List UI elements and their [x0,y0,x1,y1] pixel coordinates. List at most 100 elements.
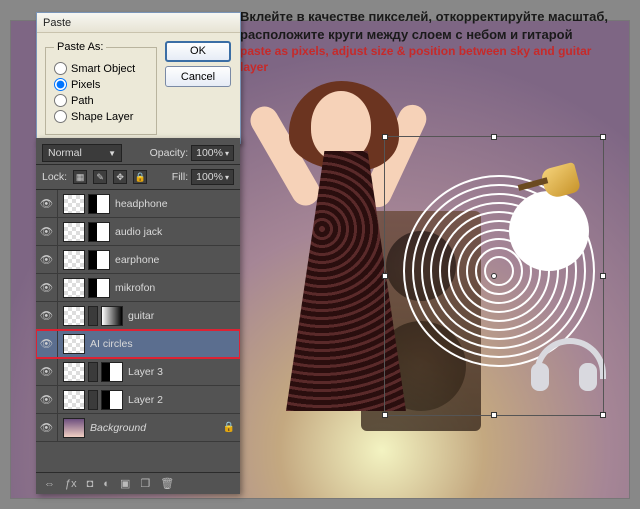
layer-name[interactable]: earphone [115,254,222,266]
transform-center[interactable] [491,273,497,279]
lock-all-icon[interactable]: 🔒 [133,170,147,184]
layer-thumb[interactable] [63,194,85,214]
visibility-eye-icon[interactable]: 👁 [36,218,58,245]
layer-row[interactable]: 👁 Layer 3 [36,358,240,386]
opacity-value: 100% [196,147,223,159]
paste-as-group: Paste As: Smart Object Pixels Path Shape… [45,41,157,135]
visibility-eye-icon[interactable]: 👁 [36,302,58,329]
transform-handle[interactable] [600,134,606,140]
layer-name[interactable]: AI circles [90,338,222,350]
visibility-eye-icon[interactable]: 👁 [36,274,58,301]
layer-thumb[interactable] [88,250,110,270]
layer-row[interactable]: 👁 mikrofon [36,274,240,302]
radio-path[interactable] [54,94,67,107]
opacity-field[interactable]: 100% ▾ [191,145,234,161]
layer-thumb[interactable] [88,194,110,214]
option-smart-object[interactable]: Smart Object [54,62,148,75]
layer-row[interactable]: 👁 guitar [36,302,240,330]
lock-transparency-icon[interactable]: ▦ [73,170,87,184]
transform-bounding-box[interactable] [384,136,604,416]
layer-row[interactable]: 👁 Layer 2 [36,386,240,414]
fill-field[interactable]: 100% ▾ [191,169,234,185]
trash-icon[interactable]: 🗑 [160,477,174,490]
lock-brush-icon[interactable]: ✎ [93,170,107,184]
layer-thumb[interactable] [101,362,123,382]
layer-row[interactable]: 👁 earphone [36,246,240,274]
layers-panel: Normal ▼ Opacity: 100% ▾ Lock: ▦ ✎ ✥ 🔒 F… [36,138,240,494]
layer-thumb[interactable] [88,222,110,242]
transform-handle[interactable] [600,273,606,279]
blend-mode-select[interactable]: Normal ▼ [42,144,122,162]
visibility-eye-icon[interactable]: 👁 [36,190,58,217]
transform-handle[interactable] [382,412,388,418]
blend-mode-value: Normal [48,147,82,159]
option-path[interactable]: Path [54,94,148,107]
layer-row[interactable]: 👁 headphone [36,190,240,218]
visibility-eye-icon[interactable]: 👁 [36,330,58,357]
dialog-title: Paste [43,17,71,29]
option-shape-layer[interactable]: Shape Layer [54,110,148,123]
paste-dialog: Paste Paste As: Smart Object Pixels Path… [36,12,241,144]
transform-handle[interactable] [491,134,497,140]
transform-handle[interactable] [600,412,606,418]
option-label: Smart Object [71,63,135,75]
layer-list: 👁headphone👁audio jack👁earphone👁mikrofon👁… [36,190,240,472]
layer-name[interactable]: Layer 3 [128,366,222,378]
layer-thumb[interactable] [63,334,85,354]
link-indicator [88,362,98,382]
chevron-down-icon: ▼ [108,149,116,158]
option-label: Pixels [71,79,100,91]
mask-icon[interactable]: ◘ [87,478,94,490]
visibility-eye-icon[interactable]: 👁 [36,246,58,273]
instruction-caption: Вклейте в качестве пикселей, откорректир… [240,8,620,75]
option-label: Shape Layer [71,111,133,123]
layer-name[interactable]: Background [90,422,222,434]
layer-thumb[interactable] [63,306,85,326]
layer-name[interactable]: guitar [128,310,222,322]
group-icon[interactable]: ▣ [120,477,130,490]
link-indicator [88,390,98,410]
layer-thumb[interactable] [88,278,110,298]
layer-thumb[interactable] [101,306,123,326]
visibility-eye-icon[interactable]: 👁 [36,386,58,413]
lock-move-icon[interactable]: ✥ [113,170,127,184]
visibility-eye-icon[interactable]: 👁 [36,358,58,385]
cancel-button[interactable]: Cancel [165,66,231,87]
layer-thumb[interactable] [63,418,85,438]
layer-thumb[interactable] [63,222,85,242]
link-indicator [88,306,98,326]
layer-name[interactable]: headphone [115,198,222,210]
layer-name[interactable]: audio jack [115,226,222,238]
transform-handle[interactable] [382,273,388,279]
lock-icon: 🔒 [222,422,236,433]
link-layers-icon[interactable]: ⇔ [44,478,55,490]
transform-handle[interactable] [491,412,497,418]
transform-handle[interactable] [382,134,388,140]
layer-thumb[interactable] [63,278,85,298]
fill-label: Fill: [172,171,188,183]
radio-pixels[interactable] [54,78,67,91]
radio-shape-layer[interactable] [54,110,67,123]
adjustment-icon[interactable]: ◐ [103,478,110,490]
ok-button[interactable]: OK [165,41,231,62]
layer-thumb[interactable] [63,390,85,410]
fx-icon[interactable]: ƒx [65,478,77,490]
layer-row[interactable]: 👁 Background🔒 [36,414,240,442]
option-pixels[interactable]: Pixels [54,78,148,91]
layer-thumb[interactable] [63,362,85,382]
visibility-eye-icon[interactable]: 👁 [36,414,58,441]
lock-label: Lock: [42,171,67,183]
layer-thumb[interactable] [63,250,85,270]
layer-row[interactable]: 👁 AI circles [36,330,240,358]
radio-smart-object[interactable] [54,62,67,75]
layer-name[interactable]: Layer 2 [128,394,222,406]
layer-name[interactable]: mikrofon [115,282,222,294]
new-layer-icon[interactable]: ❐ [140,477,150,490]
layer-row[interactable]: 👁 audio jack [36,218,240,246]
option-label: Path [71,95,94,107]
fill-value: 100% [196,171,223,183]
layers-footer: ⇔ ƒx ◘ ◐ ▣ ❐ 🗑 [36,472,240,494]
layer-thumb[interactable] [101,390,123,410]
dialog-titlebar[interactable]: Paste [37,13,240,33]
chevron-down-icon: ▾ [225,173,229,182]
